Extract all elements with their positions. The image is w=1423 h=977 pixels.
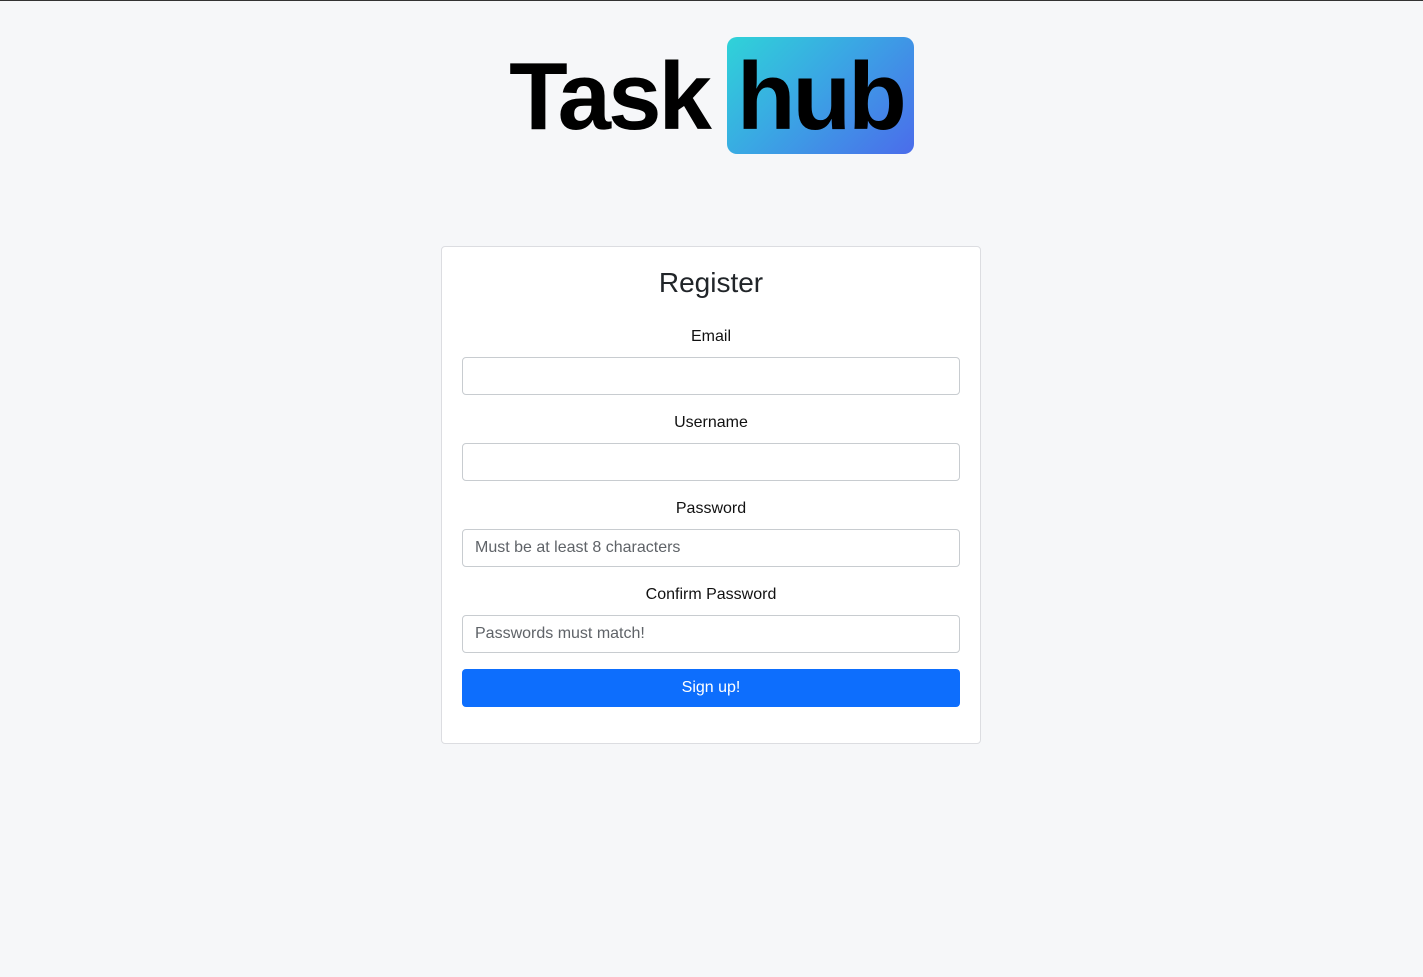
username-label: Username bbox=[674, 414, 748, 431]
sign-up-button[interactable]: Sign up! bbox=[462, 669, 960, 707]
logo-task-text: Task bbox=[509, 42, 712, 150]
email-field[interactable] bbox=[462, 357, 960, 395]
email-label: Email bbox=[690, 328, 731, 345]
logo-wordmark: Task hub bbox=[509, 37, 914, 154]
password-field[interactable] bbox=[462, 529, 960, 567]
logo-hub-text: hub bbox=[736, 42, 907, 150]
app-logo: Task hub bbox=[0, 37, 1423, 154]
username-field[interactable] bbox=[462, 443, 960, 481]
logo-hub-badge: hub bbox=[726, 37, 914, 154]
form-title: Register bbox=[658, 267, 764, 298]
password-label: Password bbox=[675, 500, 747, 517]
confirm-password-label: Confirm Password bbox=[645, 586, 777, 603]
confirm-password-field[interactable] bbox=[462, 615, 960, 653]
register-form: Register Email Username Password Confirm… bbox=[441, 246, 981, 744]
